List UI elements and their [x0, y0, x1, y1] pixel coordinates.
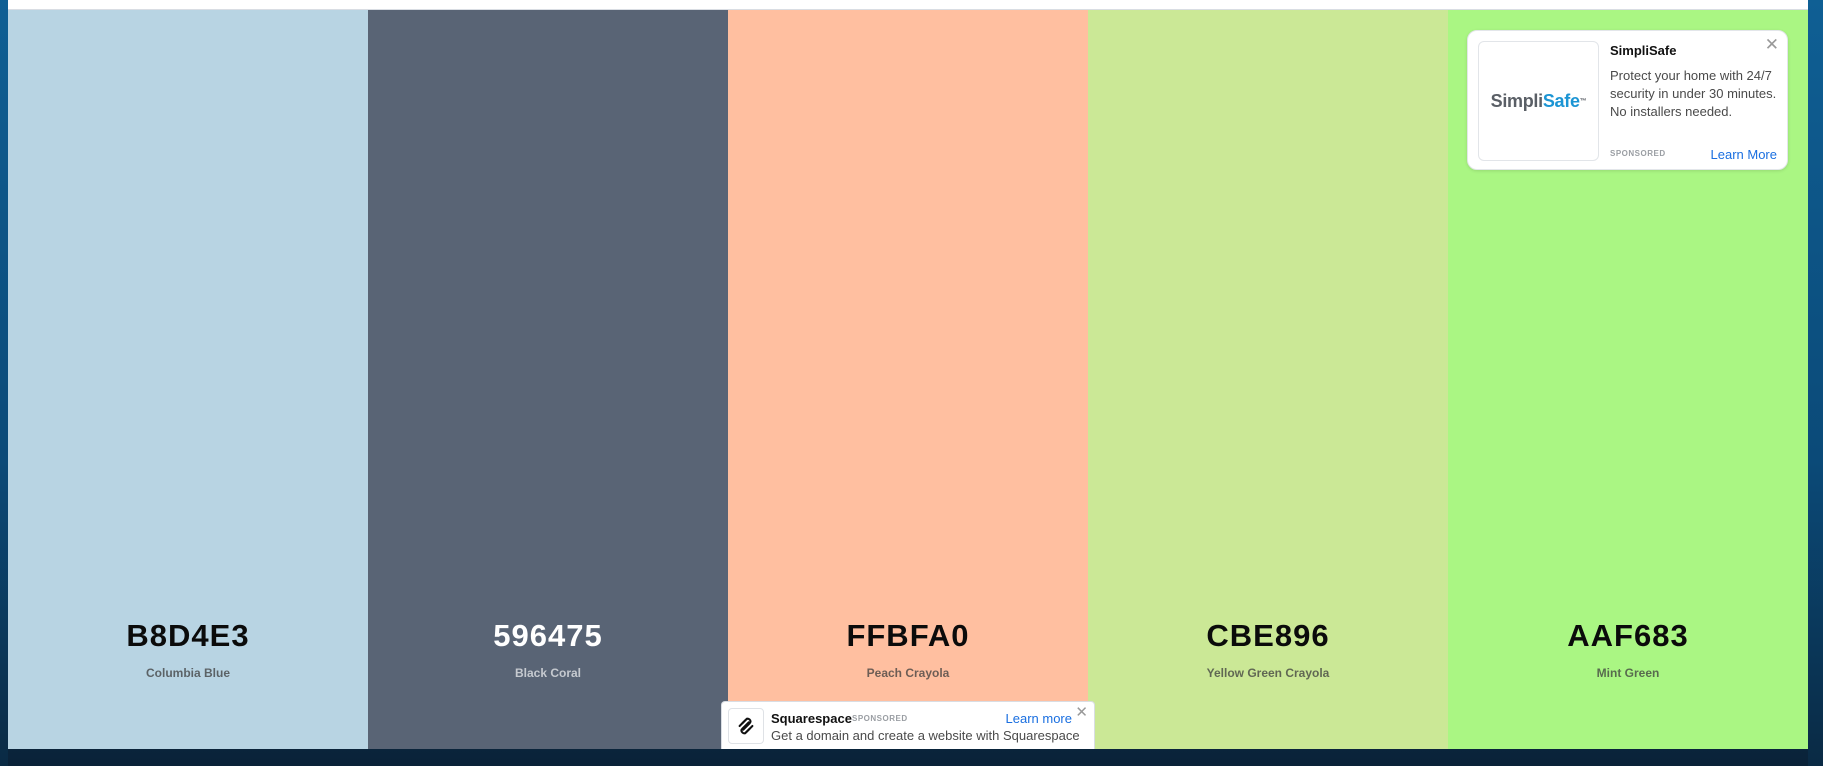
sponsored-label: SPONSORED	[852, 714, 908, 723]
close-icon[interactable]: ✕	[1765, 35, 1779, 55]
color-swatch-3[interactable]: FFBFA0 Peach Crayola	[728, 10, 1088, 749]
color-swatch-1[interactable]: B8D4E3 Columbia Blue	[8, 10, 368, 749]
desktop-wallpaper-left	[0, 0, 8, 766]
ad-body-text: Protect your home with 24/7 security in …	[1610, 68, 1777, 119]
learn-more-link[interactable]: Learn More	[1711, 147, 1777, 162]
swatch-color-name: Black Coral	[514, 666, 582, 680]
bottom-sponsored-banner[interactable]: Squarespace SPONSORED Get a domain and c…	[721, 701, 1095, 749]
simplisafe-logo[interactable]: Simpli Safe ™	[1478, 41, 1599, 161]
ad-title[interactable]: SimpliSafe	[1610, 43, 1676, 58]
logo-text-simpli: Simpli	[1490, 90, 1544, 111]
sponsored-label: SPONSORED	[1610, 149, 1666, 158]
squarespace-logo-icon[interactable]	[728, 708, 764, 744]
ad-description: Get a domain and create a website with S…	[771, 728, 1080, 743]
learn-more-link[interactable]: Learn more	[1006, 711, 1072, 726]
swatch-color-name: Yellow Green Crayola	[1206, 666, 1330, 680]
trademark-mark: ™	[1579, 97, 1587, 105]
swatch-hex-code[interactable]: FFBFA0	[728, 618, 1088, 654]
ad-brand-name[interactable]: Squarespace	[771, 711, 852, 726]
swatch-hex-code[interactable]: CBE896	[1088, 618, 1448, 654]
close-icon[interactable]: ✕	[1075, 703, 1088, 721]
swatch-color-name: Peach Crayola	[866, 666, 950, 680]
swatch-color-name: Columbia Blue	[145, 666, 230, 680]
color-swatch-2[interactable]: 596475 Black Coral	[368, 10, 728, 749]
swatch-hex-code[interactable]: B8D4E3	[8, 618, 368, 654]
logo-text-safe: Safe	[1542, 90, 1580, 111]
desktop-wallpaper-right	[1808, 0, 1823, 766]
swatch-hex-code[interactable]: AAF683	[1448, 618, 1808, 654]
page-header-strip	[8, 0, 1808, 10]
sponsored-ad-card[interactable]: Simpli Safe ™ SimpliSafe Protect your home…	[1467, 30, 1788, 170]
squarespace-logo-icon-svg	[738, 717, 754, 735]
swatch-hex-code[interactable]: 596475	[368, 618, 728, 654]
color-swatch-4[interactable]: CBE896 Yellow Green Crayola	[1088, 10, 1448, 749]
swatch-color-name: Mint Green	[1596, 666, 1660, 680]
